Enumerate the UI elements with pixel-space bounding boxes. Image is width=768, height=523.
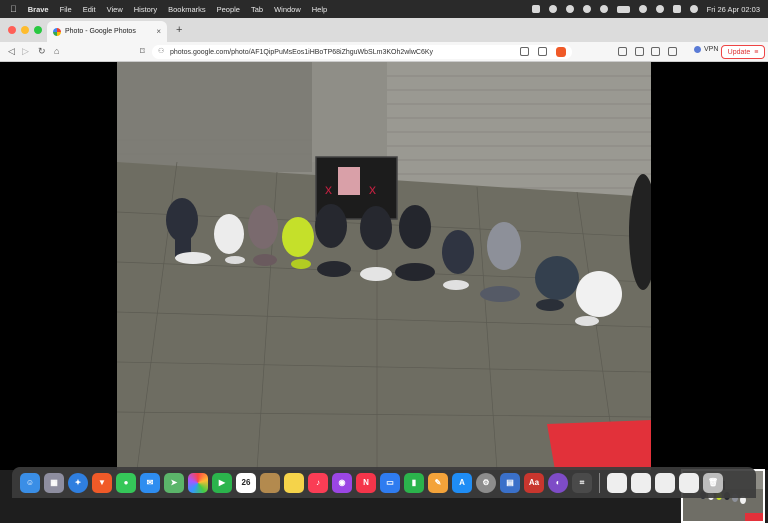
news-icon[interactable]: N (356, 472, 376, 493)
creative-cloud-icon[interactable] (565, 5, 574, 13)
close-tab-icon[interactable]: × (156, 27, 161, 36)
dictionary-icon[interactable]: Aa (524, 472, 544, 493)
calendar-icon[interactable]: 26 (236, 472, 256, 493)
vpn-status-icon[interactable] (548, 5, 557, 13)
menu-view[interactable]: View (107, 5, 123, 14)
menu-people[interactable]: People (217, 5, 240, 14)
brave-icon[interactable]: ▼ (92, 472, 112, 493)
media-icon[interactable] (635, 47, 644, 56)
apple-menu-icon[interactable]:  (10, 4, 17, 14)
svg-text:x: x (325, 181, 332, 197)
clock-status-icon[interactable] (599, 5, 608, 13)
maps-icon[interactable]: ➤ (164, 472, 184, 493)
dock: ☺ ▦ ✦ ▼ ● ✉ ➤ ▶ 26 ♪ ◉ N ▭ ▮ ✎ A ⚙ ▤ Aa … (12, 467, 756, 498)
address-text: photos.google.com/photo/AF1QipPuMsEos1iH… (170, 48, 434, 56)
screenshot-icon[interactable]: ⌗ (572, 472, 592, 493)
tab-title: Photo - Google Photos (65, 28, 136, 35)
share-icon[interactable] (538, 47, 547, 56)
menu-clock[interactable]: Fri 26 Apr 02:03 (707, 5, 760, 14)
update-label: Update (727, 48, 751, 56)
menu-file[interactable]: File (60, 5, 72, 14)
app-menu[interactable]: Brave (28, 5, 49, 14)
close-window-button[interactable] (8, 26, 16, 34)
recent-window-1-icon[interactable] (607, 472, 627, 493)
sync-icon[interactable] (582, 5, 591, 13)
music-icon[interactable]: ♪ (308, 472, 328, 493)
finder-icon[interactable]: ☺ (20, 472, 40, 493)
messages-icon[interactable]: ● (116, 472, 136, 493)
bookmark-icon[interactable]: ⌑ (140, 46, 145, 57)
menu-icon: ≡ (754, 48, 759, 56)
notes-brown-icon[interactable] (260, 472, 280, 493)
podcasts-icon[interactable]: ◉ (332, 472, 352, 493)
photos-icon[interactable] (188, 472, 208, 493)
recent-window-4-icon[interactable] (679, 472, 699, 493)
sidebar-icon[interactable] (651, 47, 660, 56)
safari-icon[interactable]: ✦ (68, 472, 88, 493)
launchpad-icon[interactable]: ▦ (44, 472, 64, 493)
wallet-icon[interactable] (668, 47, 677, 56)
menu-history[interactable]: History (134, 5, 157, 14)
update-button[interactable]: Update ≡ (721, 45, 765, 59)
menu-help[interactable]: Help (312, 5, 327, 14)
zoom-window-button[interactable] (34, 26, 42, 34)
brave-shields-icon[interactable] (556, 47, 566, 57)
siri-icon[interactable] (689, 5, 698, 13)
new-tab-button[interactable]: + (176, 24, 182, 36)
google-photos-favicon-icon (53, 27, 61, 36)
back-button[interactable]: ◁ (8, 46, 15, 57)
tor-browser-icon[interactable]: ◐ (548, 472, 568, 493)
pages-icon[interactable]: ✎ (428, 472, 448, 493)
battery-icon[interactable] (616, 5, 630, 13)
menu-tab[interactable]: Tab (251, 5, 263, 14)
keynote-icon[interactable]: ▭ (380, 472, 400, 493)
svg-text:x: x (369, 181, 376, 197)
spotlight-icon[interactable] (655, 5, 664, 13)
numbers-icon[interactable]: ▮ (404, 472, 424, 493)
facetime-icon[interactable]: ▶ (212, 472, 232, 493)
dock-separator (599, 472, 600, 493)
system-settings-icon[interactable]: ⚙ (476, 472, 496, 493)
photo-viewer: x x (0, 62, 768, 523)
tab-google-photos[interactable]: Photo - Google Photos × (47, 21, 167, 42)
photo-image[interactable]: x x (117, 62, 651, 470)
recent-window-2-icon[interactable] (631, 472, 651, 493)
extension-icon[interactable] (618, 47, 627, 56)
photo-drawing: x x (117, 62, 651, 470)
address-bar[interactable]: ⚇ photos.google.com/photo/AF1QipPuMsEos1… (152, 45, 572, 59)
preview-icon[interactable]: ▤ (500, 472, 520, 493)
vpn-button[interactable]: VPN (694, 46, 718, 53)
site-info-icon[interactable]: ⚇ (158, 47, 164, 55)
home-button[interactable]: ⌂ (54, 46, 59, 56)
menu-window[interactable]: Window (274, 5, 301, 14)
menu-bookmarks[interactable]: Bookmarks (168, 5, 206, 14)
recent-window-3-icon[interactable] (655, 472, 675, 493)
window-controls (8, 26, 42, 34)
reload-button[interactable]: ↻ (38, 46, 46, 57)
control-center-icon[interactable] (672, 5, 681, 13)
forward-button[interactable]: ▷ (22, 46, 29, 57)
menu-bar:  Brave File Edit View History Bookmarks… (0, 0, 768, 18)
minimize-window-button[interactable] (21, 26, 29, 34)
notes-icon[interactable] (284, 472, 304, 493)
browser-toolbar: ◁ ▷ ↻ ⌂ ⌑ ⚇ photos.google.com/photo/AF1Q… (0, 42, 768, 62)
app-store-icon[interactable]: A (452, 472, 472, 493)
trash-icon[interactable]: 🗑 (703, 472, 723, 493)
vpn-label: VPN (704, 46, 719, 53)
mail-icon[interactable]: ✉ (140, 472, 160, 493)
wifi-icon[interactable] (638, 5, 647, 13)
cast-icon[interactable] (520, 47, 529, 56)
vpn-shield-icon (694, 46, 701, 53)
tab-bar: Photo - Google Photos × + (0, 18, 768, 42)
menu-edit[interactable]: Edit (83, 5, 96, 14)
status-app-icon[interactable] (531, 5, 540, 13)
